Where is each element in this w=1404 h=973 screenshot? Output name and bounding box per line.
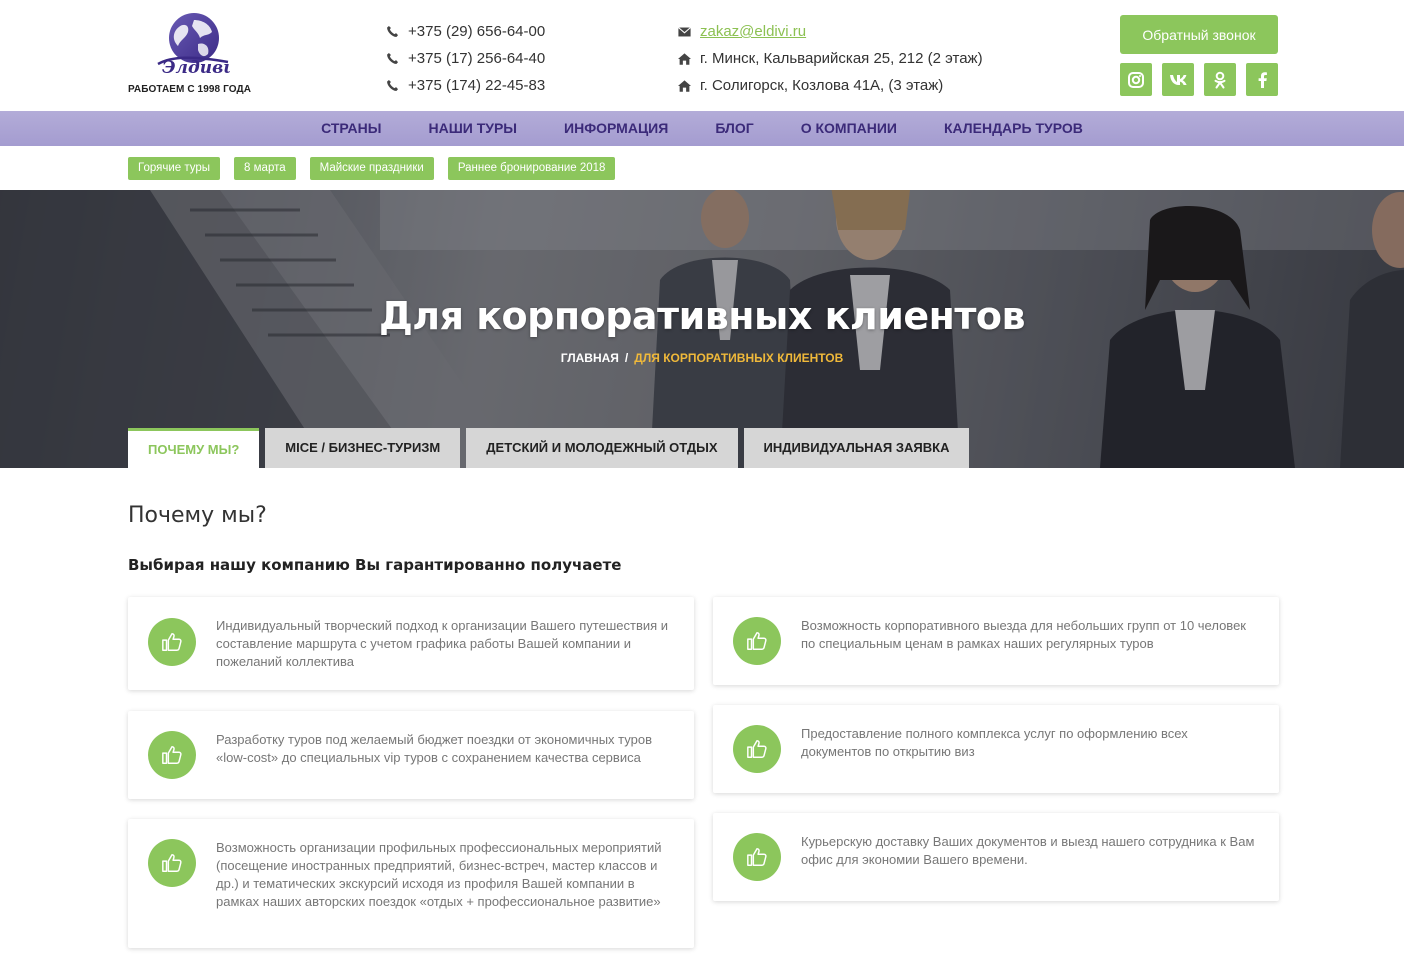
address-row: г. Минск, Кальварийская 25, 212 (2 этаж): [677, 45, 983, 72]
breadcrumb-home[interactable]: Главная: [561, 351, 619, 365]
address-list: zakaz@eldivi.ru г. Минск, Кальварийская …: [677, 18, 983, 99]
phone-row[interactable]: +375 (17) 256-64-40: [385, 45, 545, 72]
logo-tagline: РАБОТАЕМ С 1998 ГОДА: [128, 84, 252, 95]
nav-item-countries[interactable]: Страны: [298, 111, 405, 146]
phone-number: +375 (174) 22-45-83: [408, 77, 546, 94]
facebook-icon[interactable]: [1246, 63, 1278, 96]
nav-item-our-tours[interactable]: Наши туры: [405, 111, 541, 146]
benefit-card: Возможность корпоративного выезда для не…: [713, 597, 1279, 685]
thumbs-up-icon: [733, 725, 781, 773]
thumbs-up-icon: [148, 618, 196, 666]
page-title: Для корпоративных клиентов: [378, 294, 1026, 338]
benefit-card: Возможность организации профильных профе…: [128, 819, 694, 948]
callback-button[interactable]: Обратный звонок: [1120, 15, 1278, 54]
nav-item-tour-calendar[interactable]: Календарь туров: [920, 111, 1106, 146]
quick-tags: Горячие туры 8 марта Майские праздники Р…: [128, 157, 616, 180]
benefit-card: Курьерскую доставку Ваших документов и в…: [713, 813, 1279, 901]
envelope-icon: [677, 25, 691, 39]
tab-why-us[interactable]: Почему мы?: [128, 428, 260, 468]
phone-icon: [385, 25, 399, 39]
benefit-card: Предоставление полного комплекса услуг п…: [713, 705, 1279, 793]
globe-logo-icon: Элдиви: [157, 13, 230, 76]
address-soligorsk: г. Солигорск, Козлова 41А, (3 этаж): [700, 77, 944, 94]
nav-item-information[interactable]: Информация: [541, 111, 692, 146]
benefit-text: Возможность корпоративного выезда для не…: [801, 618, 1246, 651]
home-icon: [677, 52, 691, 66]
thumbs-up-icon: [148, 731, 196, 779]
hero-banner: Для корпоративных клиентов Главная / Для к…: [0, 190, 1404, 468]
logo[interactable]: Элдиви РАБОТАЕМ С 1998 ГОДА: [128, 12, 258, 98]
phone-row[interactable]: +375 (29) 656-64-00: [385, 18, 545, 45]
benefit-text: Возможность организации профильных профе…: [216, 840, 662, 909]
content-tabs: Почему мы? MICE / бизнес-туризм Детский …: [128, 428, 970, 468]
tab-mice-business[interactable]: MICE / бизнес-туризм: [265, 428, 461, 468]
benefit-card: Индивидуальный творческий подход к орган…: [128, 597, 694, 690]
email-row: zakaz@eldivi.ru: [677, 18, 983, 45]
tag-hot-tours[interactable]: Горячие туры: [128, 157, 221, 180]
phone-icon: [385, 52, 399, 66]
thumbs-up-icon: [148, 839, 196, 887]
main-nav: Страны Наши туры Информация Блог О компа…: [0, 111, 1404, 146]
nav-item-about[interactable]: О компании: [777, 111, 920, 146]
section-subheading: Выбирая нашу компанию Вы гарантированно …: [128, 556, 622, 574]
odnoklassniki-icon[interactable]: [1204, 63, 1236, 96]
benefit-text: Курьерскую доставку Ваших документов и в…: [801, 834, 1255, 867]
phone-row[interactable]: +375 (174) 22-45-83: [385, 72, 545, 99]
tag-march-8[interactable]: 8 марта: [234, 157, 296, 180]
svg-text:Элдиви: Элдиви: [162, 58, 230, 76]
benefit-card: Разработку туров под желаемый бюджет пое…: [128, 711, 694, 799]
instagram-icon[interactable]: [1120, 63, 1152, 96]
phone-icon: [385, 79, 399, 93]
tab-individual-request[interactable]: Индивидуальная заявка: [743, 428, 970, 468]
breadcrumb-current: Для корпоративных клиентов: [634, 351, 844, 365]
phone-number: +375 (17) 256-64-40: [408, 50, 546, 67]
breadcrumb: Главная / Для корпоративных клиентов: [0, 351, 1404, 365]
site-header: Элдиви РАБОТАЕМ С 1998 ГОДА +375 (29) 65…: [0, 0, 1404, 111]
tab-kids-youth[interactable]: Детский и молодежный отдых: [466, 428, 738, 468]
phone-list: +375 (29) 656-64-00 +375 (17) 256-64-40 …: [385, 18, 545, 99]
address-row: г. Солигорск, Козлова 41А, (3 этаж): [677, 72, 983, 99]
nav-item-blog[interactable]: Блог: [692, 111, 777, 146]
tag-may-holidays[interactable]: Майские праздники: [309, 157, 434, 180]
home-icon: [677, 79, 691, 93]
email-link[interactable]: zakaz@eldivi.ru: [700, 23, 806, 40]
thumbs-up-icon: [733, 617, 781, 665]
phone-number: +375 (29) 656-64-00: [408, 23, 546, 40]
breadcrumb-separator: /: [624, 351, 629, 365]
benefit-text: Предоставление полного комплекса услуг п…: [801, 726, 1188, 759]
vk-icon[interactable]: [1162, 63, 1194, 96]
section-heading: Почему мы?: [128, 503, 267, 528]
address-minsk: г. Минск, Кальварийская 25, 212 (2 этаж): [700, 50, 983, 67]
benefit-text: Индивидуальный творческий подход к орган…: [216, 618, 669, 669]
tag-early-booking[interactable]: Раннее бронирование 2018: [447, 157, 616, 180]
social-links: [1120, 63, 1278, 96]
thumbs-up-icon: [733, 833, 781, 881]
benefit-text: Разработку туров под желаемый бюджет пое…: [216, 732, 652, 765]
